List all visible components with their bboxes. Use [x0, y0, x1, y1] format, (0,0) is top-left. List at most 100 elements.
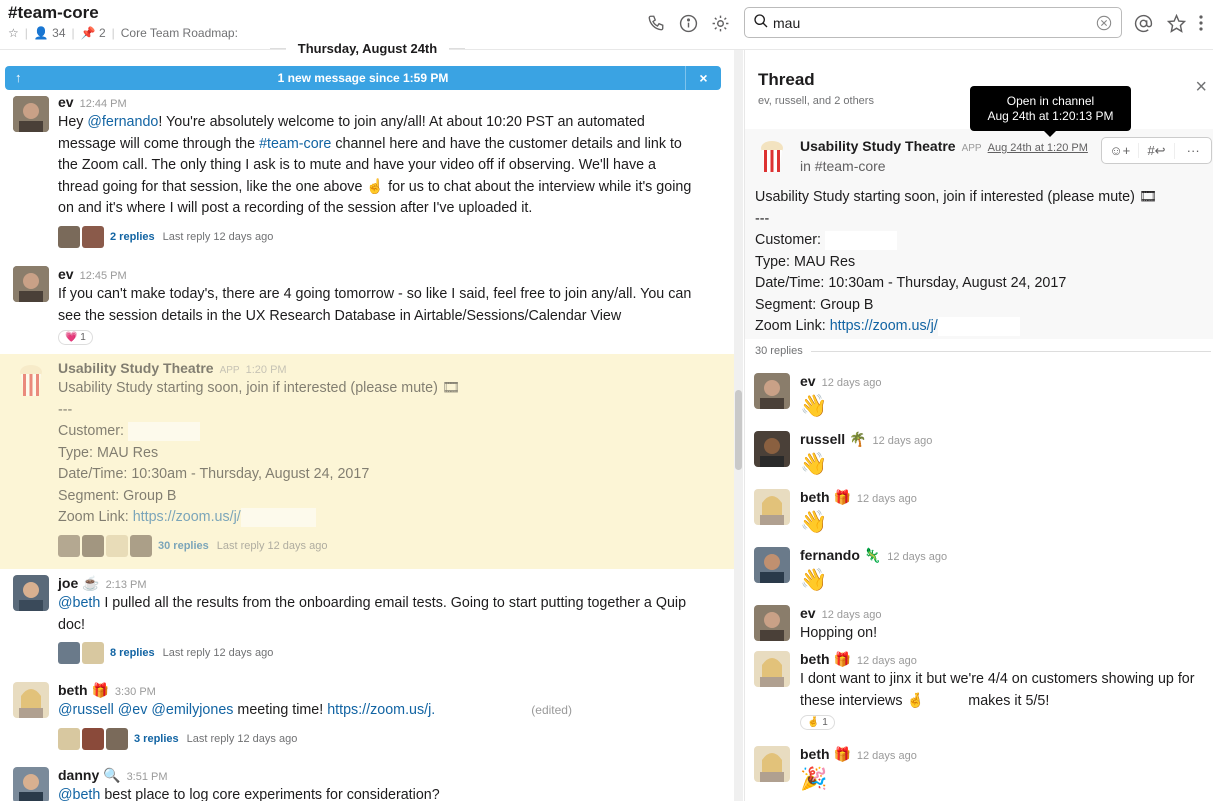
- tooltip-time: Aug 24th at 1:20:13 PM: [987, 109, 1114, 123]
- thread-summary[interactable]: 30 replies Last reply 12 days ago: [58, 534, 695, 557]
- add-reaction-icon[interactable]: ☺+: [1102, 143, 1139, 158]
- timestamp-link[interactable]: Aug 24th at 1:20 PM: [988, 142, 1088, 154]
- reaction[interactable]: 🤞 1: [800, 715, 835, 730]
- timestamp[interactable]: 12 days ago: [857, 750, 917, 762]
- reaction-count: 1: [80, 332, 86, 343]
- sender-name[interactable]: beth 🎁: [800, 651, 851, 667]
- share-message-icon[interactable]: #↩: [1139, 142, 1176, 159]
- avatar[interactable]: [754, 651, 790, 687]
- phone-icon[interactable]: [645, 12, 667, 34]
- zoom-link[interactable]: https://zoom.us/j/: [133, 509, 241, 525]
- timestamp[interactable]: 12:45 PM: [80, 270, 127, 282]
- message-line: Usability Study starting soon, join if i…: [755, 189, 1157, 205]
- timestamp[interactable]: 3:30 PM: [115, 686, 156, 698]
- replies-link[interactable]: 2 replies: [110, 231, 155, 243]
- popcorn-avatar-icon[interactable]: [13, 362, 49, 398]
- avatar[interactable]: [754, 605, 790, 641]
- sender-name[interactable]: joe ☕: [58, 575, 100, 591]
- banner-text[interactable]: 1 new message since 1:59 PM: [278, 71, 449, 85]
- timestamp[interactable]: 2:13 PM: [106, 579, 147, 591]
- zoom-link[interactable]: https://zoom.us/j.: [327, 702, 435, 718]
- avatar[interactable]: [13, 266, 49, 302]
- gear-icon[interactable]: [709, 12, 731, 34]
- sender-name[interactable]: ev: [58, 94, 74, 110]
- zoom-link[interactable]: https://zoom.us/j/: [830, 318, 938, 334]
- sender-name[interactable]: beth 🎁: [800, 746, 851, 762]
- messages-scrollbar[interactable]: [734, 50, 743, 801]
- thread-reply: fernando 🦎 12 days ago 👋: [754, 547, 1204, 602]
- message-actions: ☺+ #↩ ···: [1101, 137, 1212, 164]
- replies-link[interactable]: 3 replies: [134, 733, 179, 745]
- message-text: If you can't make today's, there are 4 g…: [58, 286, 692, 324]
- channel-title[interactable]: #team-core: [8, 3, 99, 23]
- app-badge: APP: [219, 365, 240, 376]
- popcorn-avatar-icon[interactable]: [754, 138, 790, 174]
- sender-name[interactable]: ev: [58, 266, 74, 282]
- redacted-block: [824, 230, 897, 250]
- message-line: Usability Study starting soon, join if i…: [58, 380, 460, 396]
- sender-name[interactable]: Usability Study Theatre: [58, 360, 214, 376]
- close-thread-icon[interactable]: ×: [1195, 76, 1207, 99]
- sender-name[interactable]: Usability Study Theatre: [800, 138, 956, 154]
- timestamp[interactable]: 1:20 PM: [246, 364, 287, 376]
- sender-name[interactable]: beth 🎁: [58, 682, 109, 698]
- zoom-label: Zoom Link:: [58, 509, 133, 525]
- starred-icon[interactable]: [1165, 12, 1187, 34]
- avatar[interactable]: [754, 373, 790, 409]
- timestamp[interactable]: 12 days ago: [857, 493, 917, 505]
- avatar[interactable]: [754, 431, 790, 467]
- reaction[interactable]: 💗 1: [58, 330, 93, 345]
- search-input[interactable]: [773, 14, 1083, 31]
- thread-reply: ev 12 days ago 👋: [754, 373, 1204, 428]
- avatar[interactable]: [13, 682, 49, 718]
- scrollbar-thumb[interactable]: [735, 390, 742, 470]
- date-divider-label: Thursday, August 24th: [285, 40, 450, 56]
- sender-name[interactable]: ev: [800, 605, 816, 621]
- user-mention[interactable]: @fernando: [87, 114, 158, 130]
- timestamp[interactable]: 12:44 PM: [80, 98, 127, 110]
- avatar: [106, 534, 128, 557]
- redacted-block: [240, 507, 316, 527]
- info-icon[interactable]: [677, 12, 699, 34]
- thread-summary[interactable]: 3 replies Last reply 12 days ago: [58, 727, 695, 750]
- more-actions-icon[interactable]: ···: [1175, 143, 1211, 158]
- avatar[interactable]: [754, 547, 790, 583]
- thread-summary[interactable]: 2 replies Last reply 12 days ago: [58, 225, 695, 248]
- last-reply: Last reply 12 days ago: [216, 539, 328, 552]
- avatar[interactable]: [754, 489, 790, 525]
- sender-name[interactable]: ev: [800, 373, 816, 389]
- channel-link[interactable]: #team-core: [259, 136, 331, 152]
- timestamp[interactable]: 12 days ago: [872, 435, 932, 447]
- replies-link[interactable]: 30 replies: [158, 540, 209, 552]
- avatar[interactable]: [13, 767, 49, 801]
- replies-link[interactable]: 8 replies: [110, 647, 155, 659]
- timestamp[interactable]: 12 days ago: [822, 609, 882, 621]
- thread-summary[interactable]: 8 replies Last reply 12 days ago: [58, 642, 695, 664]
- replies-divider: 30 replies: [755, 345, 1211, 357]
- arrow-up-icon[interactable]: ↑: [15, 70, 22, 85]
- search-box[interactable]: [744, 7, 1122, 38]
- user-mentions[interactable]: @russell @ev @emilyjones: [58, 702, 233, 718]
- avatar[interactable]: [13, 575, 49, 611]
- more-icon[interactable]: [1194, 12, 1208, 34]
- timestamp[interactable]: 3:51 PM: [127, 771, 168, 783]
- timestamp[interactable]: 12 days ago: [857, 655, 917, 667]
- sender-name[interactable]: fernando 🦎: [800, 547, 881, 563]
- timestamp[interactable]: 12 days ago: [822, 377, 882, 389]
- message-line: ---: [755, 210, 770, 227]
- user-mention[interactable]: @beth: [58, 787, 100, 801]
- user-mention[interactable]: @beth: [58, 595, 100, 611]
- thread-reply: ev 12 days ago Hopping on!: [754, 605, 1204, 650]
- avatar: [58, 727, 80, 750]
- message-line: Customer:: [58, 421, 695, 443]
- new-messages-banner[interactable]: ↑ 1 new message since 1:59 PM ×: [5, 66, 721, 90]
- timestamp[interactable]: 12 days ago: [887, 551, 947, 563]
- sender-name[interactable]: danny 🔍: [58, 767, 121, 783]
- sender-name[interactable]: russell 🌴: [800, 431, 866, 447]
- close-icon[interactable]: ×: [685, 66, 721, 90]
- avatar[interactable]: [754, 746, 790, 782]
- mentions-icon[interactable]: [1132, 12, 1154, 34]
- clear-search-icon[interactable]: [1096, 15, 1112, 34]
- sender-name[interactable]: beth 🎁: [800, 489, 851, 505]
- avatar[interactable]: [13, 96, 49, 132]
